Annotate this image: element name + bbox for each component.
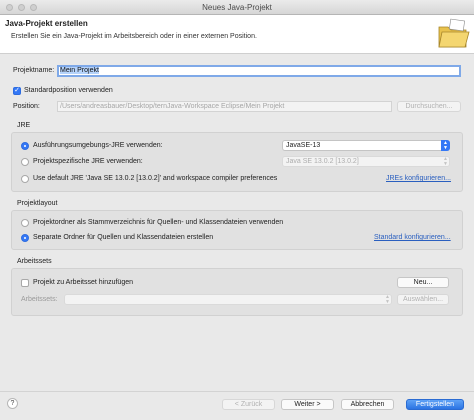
separate-folders-label: Separate Ordner für Quellen und Klassend… — [33, 234, 214, 241]
project-jre-select[interactable]: Java SE 13.0.2 [13.0.2] ▲ ▼ — [282, 156, 450, 167]
worksets-select[interactable]: ▲ ▼ — [64, 294, 392, 305]
new-workset-button[interactable]: Neu... — [397, 277, 449, 288]
add-to-workset-label: Projekt zu Arbeitsset hinzufügen — [33, 279, 134, 286]
select-arrow-icon: ▲ ▼ — [441, 140, 450, 151]
back-button[interactable]: < Zurück — [222, 399, 275, 410]
exec-env-radio[interactable] — [21, 142, 29, 150]
single-folder-radio[interactable] — [21, 219, 29, 227]
separate-folders-radio[interactable] — [21, 234, 29, 242]
default-location-label: Standardposition verwenden — [24, 87, 113, 94]
browse-button[interactable]: Durchsuchen... — [397, 101, 461, 112]
project-name-input[interactable]: Mein Projekt — [57, 65, 461, 77]
footer-divider — [0, 391, 474, 392]
exec-env-value: JavaSE-13 — [286, 142, 321, 149]
project-jre-radio[interactable] — [21, 158, 29, 166]
window-titlebar: Neues Java-Projekt — [0, 0, 474, 15]
configure-default-link[interactable]: Standard konfigurieren... — [374, 234, 451, 241]
folder-wizard-icon — [438, 18, 470, 48]
wizard-title: Java-Projekt erstellen — [5, 19, 88, 28]
wizard-header: Java-Projekt erstellen Erstellen Sie ein… — [0, 15, 474, 54]
select-arrow-icon: ▲ ▼ — [385, 294, 390, 305]
exec-env-select[interactable]: JavaSE-13 ▲ ▼ — [282, 140, 450, 151]
project-name-label: Projektname: — [13, 67, 55, 74]
layout-group-title: Projektlayout — [17, 200, 58, 207]
project-name-value: Mein Projekt — [60, 67, 99, 74]
position-label: Position: — [13, 103, 40, 110]
worksets-group — [11, 268, 463, 316]
select-arrow-icon: ▲ ▼ — [443, 156, 448, 167]
default-location-checkbox[interactable]: ✓ — [13, 87, 21, 95]
project-jre-label: Projektspezifische JRE verwenden: — [33, 158, 143, 165]
wizard-description: Erstellen Sie ein Java-Projekt im Arbeit… — [11, 33, 257, 40]
single-folder-label: Projektordner als Stammverzeichnis für Q… — [33, 219, 284, 226]
next-button[interactable]: Weiter > — [281, 399, 334, 410]
window-title: Neues Java-Projekt — [202, 3, 272, 12]
project-jre-value: Java SE 13.0.2 [13.0.2] — [286, 158, 359, 165]
cancel-button[interactable]: Abbrechen — [341, 399, 394, 410]
default-jre-label: Use default JRE 'Java SE 13.0.2 [13.0.2]… — [33, 175, 278, 182]
exec-env-label: Ausführungsumgebungs-JRE verwenden: — [33, 142, 163, 149]
help-icon[interactable]: ? — [7, 398, 18, 409]
configure-jres-link[interactable]: JREs konfigurieren... — [386, 175, 451, 182]
worksets-label: Arbeitssets: — [21, 296, 58, 303]
finish-button[interactable]: Fertigstellen — [406, 399, 464, 410]
select-worksets-button[interactable]: Auswählen... — [397, 294, 449, 305]
jre-group-title: JRE — [17, 122, 31, 129]
add-to-workset-checkbox[interactable] — [21, 279, 29, 287]
worksets-group-title: Arbeitssets — [17, 258, 52, 265]
layout-group — [11, 210, 463, 250]
position-input[interactable]: /Users/andreasbauer/Desktop/ternJava-Wor… — [57, 101, 392, 112]
default-jre-radio[interactable] — [21, 175, 29, 183]
